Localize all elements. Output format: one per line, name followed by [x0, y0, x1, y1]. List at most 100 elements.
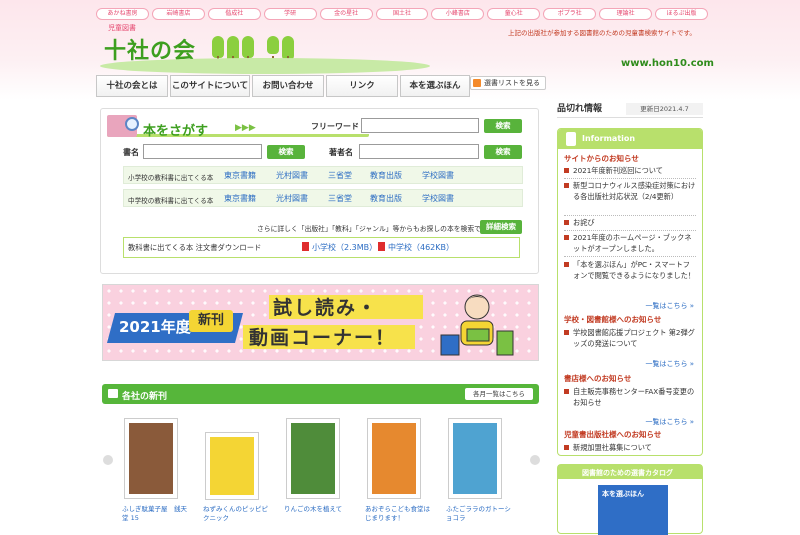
publisher-link-iwasaki[interactable]: 岩崎書店: [151, 8, 205, 20]
divider: [564, 215, 696, 216]
news-item[interactable]: 2021年度新刊巡回について: [564, 165, 696, 176]
junior-link-sanseido[interactable]: 三省堂: [328, 193, 352, 204]
book-cover[interactable]: [448, 418, 502, 499]
elementary-row-label: 小学校の教科書に出てくる本: [128, 174, 214, 182]
detail-search-button[interactable]: 詳細検索: [480, 220, 522, 234]
elementary-link-sanseido[interactable]: 三省堂: [328, 170, 352, 181]
download-elementary-link[interactable]: 小学校（2.3MB）: [312, 242, 377, 253]
reading-child-illustration: [440, 294, 514, 356]
nav-item-links[interactable]: リンク: [326, 75, 398, 97]
free-word-input[interactable]: [361, 118, 479, 133]
author-search-button[interactable]: 検索: [484, 145, 522, 159]
site-news-more-link[interactable]: 一覧はこちら »: [645, 301, 694, 311]
junior-high-row-label: 中学校の教科書に出てくる本: [128, 197, 214, 205]
junior-link-kyoiku[interactable]: 教育出版: [370, 193, 402, 204]
rss-icon: [473, 79, 481, 87]
elementary-link-kyoiku[interactable]: 教育出版: [370, 170, 402, 181]
divider: [564, 256, 696, 257]
site-news-heading: サイトからのお知らせ: [564, 154, 639, 163]
book-title-label: 書名: [123, 148, 139, 157]
library-news-more-link[interactable]: 一覧はこちら »: [645, 359, 694, 369]
nav-item-site-info[interactable]: このサイトについて: [170, 75, 250, 97]
elementary-link-mitsumura[interactable]: 光村図書: [276, 170, 308, 181]
book-title-link[interactable]: りんごの木を植えて: [284, 505, 352, 514]
book-title-search-button[interactable]: 検索: [267, 145, 305, 159]
author-label: 著者名: [329, 148, 353, 157]
elementary-textbook-row: 小学校の教科書に出てくる本 東京書籍 光村図書 三省堂 教育出版 学校図書: [123, 166, 523, 184]
book-title-link[interactable]: ねずみくんのピッピピクニック: [203, 505, 271, 523]
new-books-header: 各社の新刊 各月一覧はこちら: [102, 384, 539, 404]
publisher-link-kaisei[interactable]: 偕成社: [207, 8, 261, 20]
elementary-link-tokyo-shoseki[interactable]: 東京書籍: [224, 170, 256, 181]
pencil-icon: [566, 132, 576, 146]
information-header: Information: [558, 129, 702, 149]
divider: [564, 230, 696, 231]
publisher-link-kokudo[interactable]: 国土社: [375, 8, 429, 20]
nav-item-about[interactable]: 十社の会とは: [96, 75, 168, 97]
banner-new-badge: 新刊: [189, 310, 233, 332]
book-icon: [108, 389, 118, 398]
book-cover[interactable]: [205, 432, 259, 500]
pdf-icon: [302, 242, 309, 251]
publisher-link-akane[interactable]: あかね書房: [96, 8, 149, 20]
publisher-link-poplar[interactable]: ポプラ社: [543, 8, 597, 20]
download-label: 教科書に出てくる本 注文書ダウンロード: [128, 243, 262, 252]
catalog-title: 図書館のための選書カタログ: [582, 469, 673, 477]
junior-link-gakko-tosho[interactable]: 学校図書: [422, 193, 454, 204]
book-title-input[interactable]: [143, 144, 262, 159]
stock-updated-date: 更新日2021.4.7: [626, 103, 703, 115]
monthly-list-button[interactable]: 各月一覧はこちら: [465, 388, 533, 400]
nav-item-contact[interactable]: お問い合わせ: [252, 75, 324, 97]
news-item[interactable]: 学校図書館応援プロジェクト 第2弾グッズの発送について: [564, 327, 696, 349]
book-title-link[interactable]: ふしぎ駄菓子屋 銭天堂 15: [122, 505, 190, 523]
carousel-next-icon[interactable]: [530, 455, 540, 465]
publisher-link-doshin[interactable]: 童心社: [487, 8, 541, 20]
publisher-links: あかね書房 岩崎書店 偕成社 学研 金の星社 国土社 小峰書店 童心社 ポプラ社…: [96, 8, 708, 20]
author-input[interactable]: [359, 144, 479, 159]
carousel-prev-icon[interactable]: [103, 455, 113, 465]
publisher-link-kinnohoshi[interactable]: 金の星社: [319, 8, 373, 20]
news-item[interactable]: お詫び: [564, 217, 696, 228]
stock-info-title[interactable]: 品切れ情報: [557, 104, 602, 114]
site-url: www.hon10.com: [621, 58, 714, 69]
banner-heading-line1: 試し読み・: [273, 297, 379, 319]
rss-label: 選書リストを見る: [484, 79, 540, 87]
main-nav: 十社の会とは このサイトについて お問い合わせ リンク 本を選ぶほん: [96, 75, 470, 97]
elementary-link-gakko-tosho[interactable]: 学校図書: [422, 170, 454, 181]
book-cover[interactable]: [286, 418, 340, 499]
arrows-icon: ▶▶▶: [235, 123, 256, 133]
nav-item-book-guide[interactable]: 本を選ぶほん: [400, 75, 470, 97]
publisher-link-holp[interactable]: ほるぷ出版: [655, 8, 708, 20]
book-title-link[interactable]: ふたごララのガトーショコラ: [446, 505, 514, 523]
information-panel: Information サイトからのお知らせ 2021年度新刊巡回について 新型…: [557, 128, 703, 456]
bookstore-news-more-link[interactable]: 一覧はこちら »: [645, 417, 694, 427]
rss-button[interactable]: 選書リストを見る: [470, 76, 546, 90]
publisher-link-gakken[interactable]: 学研: [263, 8, 317, 20]
free-word-search-button[interactable]: 検索: [484, 119, 522, 133]
selection-catalog-panel[interactable]: 図書館のための選書カタログ 本を選ぶほん: [557, 464, 703, 535]
library-news-heading: 学校・図書館様へのお知らせ: [564, 315, 662, 324]
download-junior-link[interactable]: 中学校（462KB）: [388, 242, 454, 253]
news-item[interactable]: 新型コロナウィルス感染症対策における各出版社対応状況（2/4更新）: [564, 180, 696, 202]
junior-high-textbook-row: 中学校の教科書に出てくる本 東京書籍 光村図書 三省堂 教育出版 学校図書: [123, 189, 523, 207]
catalog-header: 図書館のための選書カタログ: [558, 465, 702, 479]
news-item[interactable]: 「本を選ぶほん」がPC・スマートフォンで閲覧できるようになりました！: [564, 259, 696, 281]
news-item[interactable]: 自主販売事務センターFAX番号変更のお知らせ: [564, 386, 696, 408]
book-title-link[interactable]: あおぞらこども食堂はじまります！: [365, 505, 433, 523]
junior-link-mitsumura[interactable]: 光村図書: [276, 193, 308, 204]
information-title: Information: [582, 134, 636, 143]
publisher-link-rironsha[interactable]: 理論社: [599, 8, 653, 20]
site-subtitle: 児童図書: [108, 24, 136, 32]
catalog-cover-title: 本を選ぶほん: [602, 490, 644, 498]
junior-link-tokyo-shoseki[interactable]: 東京書籍: [224, 193, 256, 204]
order-form-download: 教科書に出てくる本 注文書ダウンロード 小学校（2.3MB） 中学校（462KB…: [123, 237, 520, 258]
news-item[interactable]: 2021年度のホームページ・ブックネットがオープンしました。: [564, 232, 696, 254]
site-tagline: 上記の出版社が参加する図書館のための児童書検索サイトです。: [508, 29, 696, 37]
trial-reading-banner[interactable]: 2021年度 新刊 試し読み・ 動画コーナー！: [102, 284, 539, 361]
book-cover[interactable]: [367, 418, 421, 499]
news-item[interactable]: 新規加盟社募集について: [564, 442, 696, 453]
publisher-link-komine[interactable]: 小峰書店: [431, 8, 485, 20]
bookstore-news-heading: 書店様へのお知らせ: [564, 374, 632, 383]
book-cover[interactable]: [124, 418, 178, 499]
free-word-label: フリーワード: [311, 122, 359, 131]
